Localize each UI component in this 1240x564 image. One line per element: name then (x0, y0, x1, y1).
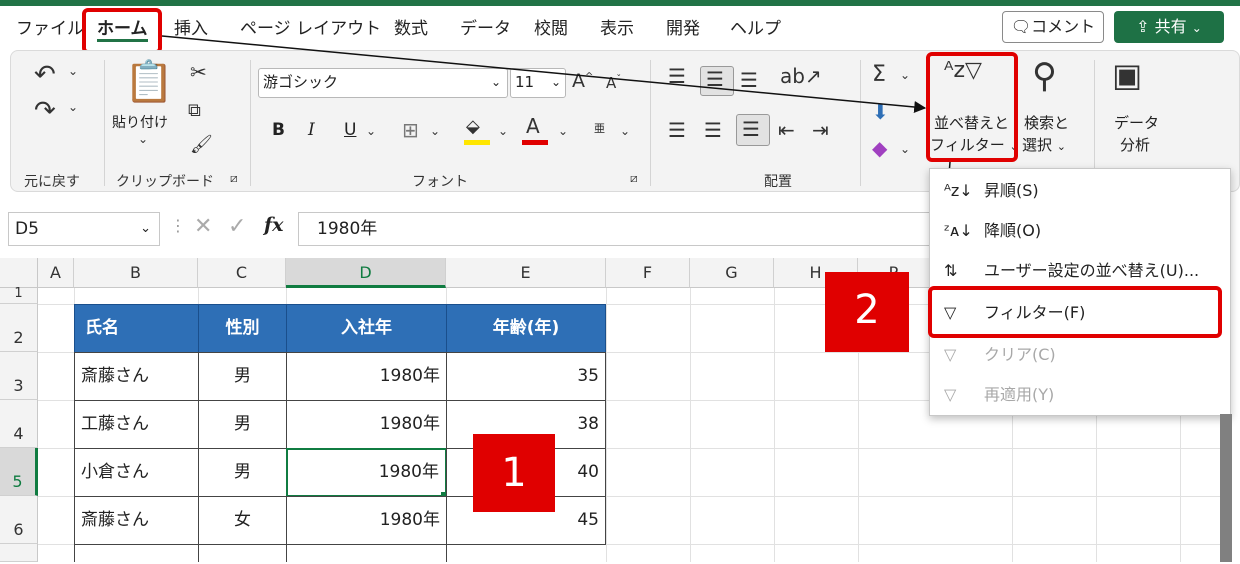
custom-sort-icon: ⇅ (944, 261, 958, 280)
filter-item-highlight (928, 286, 1222, 338)
vertical-scrollbar[interactable] (1220, 414, 1232, 562)
clear-filter-icon: ▽ (944, 345, 957, 364)
arrow-home-to-sort (161, 35, 927, 113)
sort-descending-icon: ᶻᴀ↓ (944, 221, 973, 240)
menu-item-clear: ▽ クリア(C) (930, 335, 1230, 375)
reapply-icon: ▽ (944, 385, 957, 404)
sort-ascending-icon: ᴬᴢ↓ (944, 181, 973, 200)
menu-item-sort-ascending[interactable]: ᴬᴢ↓ 昇順(S) (930, 171, 1230, 211)
menu-item-sort-descending[interactable]: ᶻᴀ↓ 降順(O) (930, 211, 1230, 251)
menu-item-reapply: ▽ 再適用(Y) (930, 375, 1230, 415)
menu-item-custom-sort[interactable]: ⇅ ユーザー設定の並べ替え(U)... (930, 251, 1230, 291)
